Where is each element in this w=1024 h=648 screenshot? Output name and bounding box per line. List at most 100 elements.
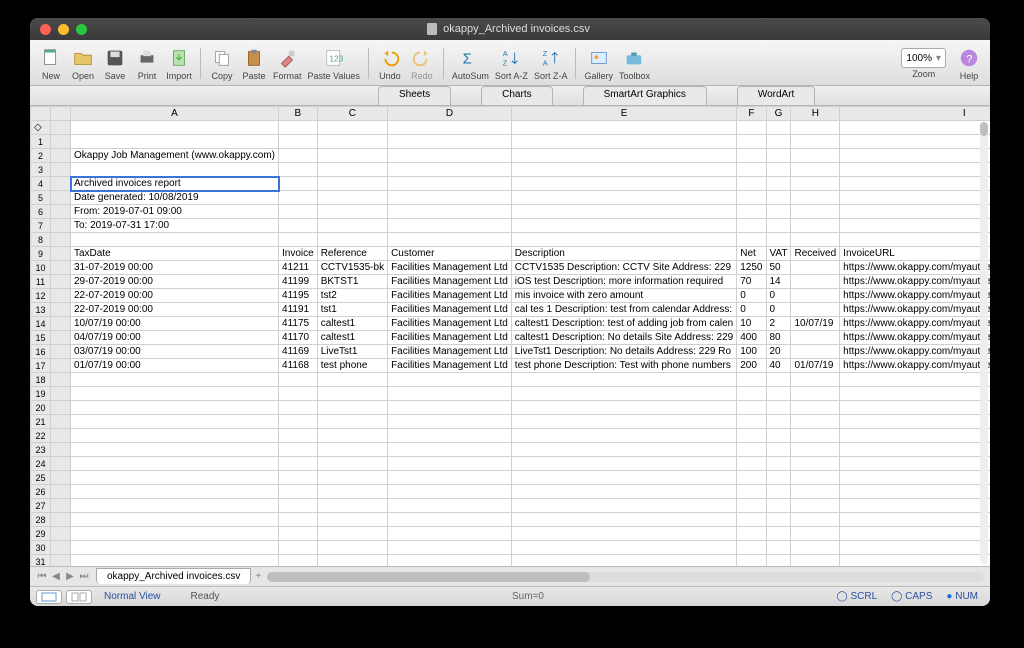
row-header-24[interactable]: 24: [31, 457, 51, 471]
cell-D27[interactable]: [388, 499, 512, 513]
sheet-tab[interactable]: okappy_Archived invoices.csv: [96, 568, 251, 584]
cell-H8[interactable]: [791, 233, 840, 247]
cell-G15[interactable]: 80: [766, 331, 791, 345]
cell-G10[interactable]: 50: [766, 261, 791, 275]
cell-G7[interactable]: [766, 219, 791, 233]
cell-A14[interactable]: 10/07/19 00:00: [71, 317, 279, 331]
cell-H10[interactable]: [791, 261, 840, 275]
cell-E21[interactable]: [511, 415, 736, 429]
tab-wordart[interactable]: WordArt: [737, 86, 816, 105]
cell-E9[interactable]: Description: [511, 247, 736, 261]
cell-I10[interactable]: https://www.okappy.com/myautoalert/docum…: [840, 261, 990, 275]
cell-D29[interactable]: [388, 527, 512, 541]
cell-H3[interactable]: [791, 163, 840, 177]
cell-H6[interactable]: [791, 205, 840, 219]
cell-B19[interactable]: [279, 387, 318, 401]
cell-C16[interactable]: LiveTst1: [317, 345, 387, 359]
col-header-H[interactable]: H: [791, 107, 840, 121]
col-header-C[interactable]: C: [317, 107, 387, 121]
cell-C12[interactable]: tst2: [317, 289, 387, 303]
row-header-28[interactable]: 28: [31, 513, 51, 527]
cell-C3[interactable]: [317, 163, 387, 177]
cell-G6[interactable]: [766, 205, 791, 219]
cell-A2[interactable]: Okappy Job Management (www.okappy.com): [71, 149, 279, 163]
cell-H14[interactable]: 10/07/19: [791, 317, 840, 331]
row-header-12[interactable]: 12: [31, 289, 51, 303]
cell-E28[interactable]: [511, 513, 736, 527]
cell-E10[interactable]: CCTV1535 Description: CCTV Site Address:…: [511, 261, 736, 275]
cell-C11[interactable]: BKTST1: [317, 275, 387, 289]
cell-C9[interactable]: Reference: [317, 247, 387, 261]
cell-B20[interactable]: [279, 401, 318, 415]
cell-F19[interactable]: [737, 387, 766, 401]
cell-I8[interactable]: [840, 233, 990, 247]
cell-F28[interactable]: [737, 513, 766, 527]
cell-F13[interactable]: 0: [737, 303, 766, 317]
cell-H27[interactable]: [791, 499, 840, 513]
cell-G1[interactable]: [766, 135, 791, 149]
cell-D7[interactable]: [388, 219, 512, 233]
cell-H29[interactable]: [791, 527, 840, 541]
cell-G29[interactable]: [766, 527, 791, 541]
cell-G18[interactable]: [766, 373, 791, 387]
import-button[interactable]: Import: [164, 44, 194, 83]
cell-E11[interactable]: iOS test Description: more information r…: [511, 275, 736, 289]
redo-button[interactable]: Redo: [407, 44, 437, 83]
cell-B15[interactable]: 41170: [279, 331, 318, 345]
col-header-G[interactable]: G: [766, 107, 791, 121]
cell-G11[interactable]: 14: [766, 275, 791, 289]
cell-D20[interactable]: [388, 401, 512, 415]
cell-F30[interactable]: [737, 541, 766, 555]
cell-I11[interactable]: https://www.okappy.com/myautoalert/docum…: [840, 275, 990, 289]
row-header-19[interactable]: 19: [31, 387, 51, 401]
cell-G24[interactable]: [766, 457, 791, 471]
cell-B12[interactable]: 41195: [279, 289, 318, 303]
cell-E18[interactable]: [511, 373, 736, 387]
cell-B22[interactable]: [279, 429, 318, 443]
cell-D12[interactable]: Facilities Management Ltd: [388, 289, 512, 303]
cell-E5[interactable]: [511, 191, 736, 205]
cell-H23[interactable]: [791, 443, 840, 457]
cell-D31[interactable]: [388, 555, 512, 567]
cell-A5[interactable]: Date generated: 10/08/2019: [71, 191, 279, 205]
cell-F1[interactable]: [737, 135, 766, 149]
cell-D24[interactable]: [388, 457, 512, 471]
cell-F6[interactable]: [737, 205, 766, 219]
paste-values-button[interactable]: 123Paste Values: [306, 44, 362, 83]
cell-C26[interactable]: [317, 485, 387, 499]
cell-D15[interactable]: Facilities Management Ltd: [388, 331, 512, 345]
row-header-16[interactable]: 16: [31, 345, 51, 359]
cell-B27[interactable]: [279, 499, 318, 513]
cell-H11[interactable]: [791, 275, 840, 289]
cell-D19[interactable]: [388, 387, 512, 401]
cell-H19[interactable]: [791, 387, 840, 401]
cell-C22[interactable]: [317, 429, 387, 443]
cell-D1[interactable]: [388, 135, 512, 149]
cell-A18[interactable]: [71, 373, 279, 387]
cell-I26[interactable]: [840, 485, 990, 499]
cell-H4[interactable]: [791, 177, 840, 191]
cell-I27[interactable]: [840, 499, 990, 513]
cell-I9[interactable]: InvoiceURL: [840, 247, 990, 261]
cell-D4[interactable]: [388, 177, 512, 191]
cell-H30[interactable]: [791, 541, 840, 555]
cell-E29[interactable]: [511, 527, 736, 541]
copy-button[interactable]: Copy: [207, 44, 237, 83]
cell-A11[interactable]: 29-07-2019 00:00: [71, 275, 279, 289]
row-header-30[interactable]: 30: [31, 541, 51, 555]
cell-G3[interactable]: [766, 163, 791, 177]
cell-C25[interactable]: [317, 471, 387, 485]
cell-I15[interactable]: https://www.okappy.com/myautoalert/docum…: [840, 331, 990, 345]
cell-A24[interactable]: [71, 457, 279, 471]
cell-I23[interactable]: [840, 443, 990, 457]
cell-B3[interactable]: [279, 163, 318, 177]
cell-H12[interactable]: [791, 289, 840, 303]
cell-E19[interactable]: [511, 387, 736, 401]
help-button[interactable]: ?Help: [954, 44, 984, 83]
cell-C19[interactable]: [317, 387, 387, 401]
cell-B14[interactable]: 41175: [279, 317, 318, 331]
cell-F17[interactable]: 200: [737, 359, 766, 373]
cell-F5[interactable]: [737, 191, 766, 205]
cell-A17[interactable]: 01/07/19 00:00: [71, 359, 279, 373]
cell-G26[interactable]: [766, 485, 791, 499]
